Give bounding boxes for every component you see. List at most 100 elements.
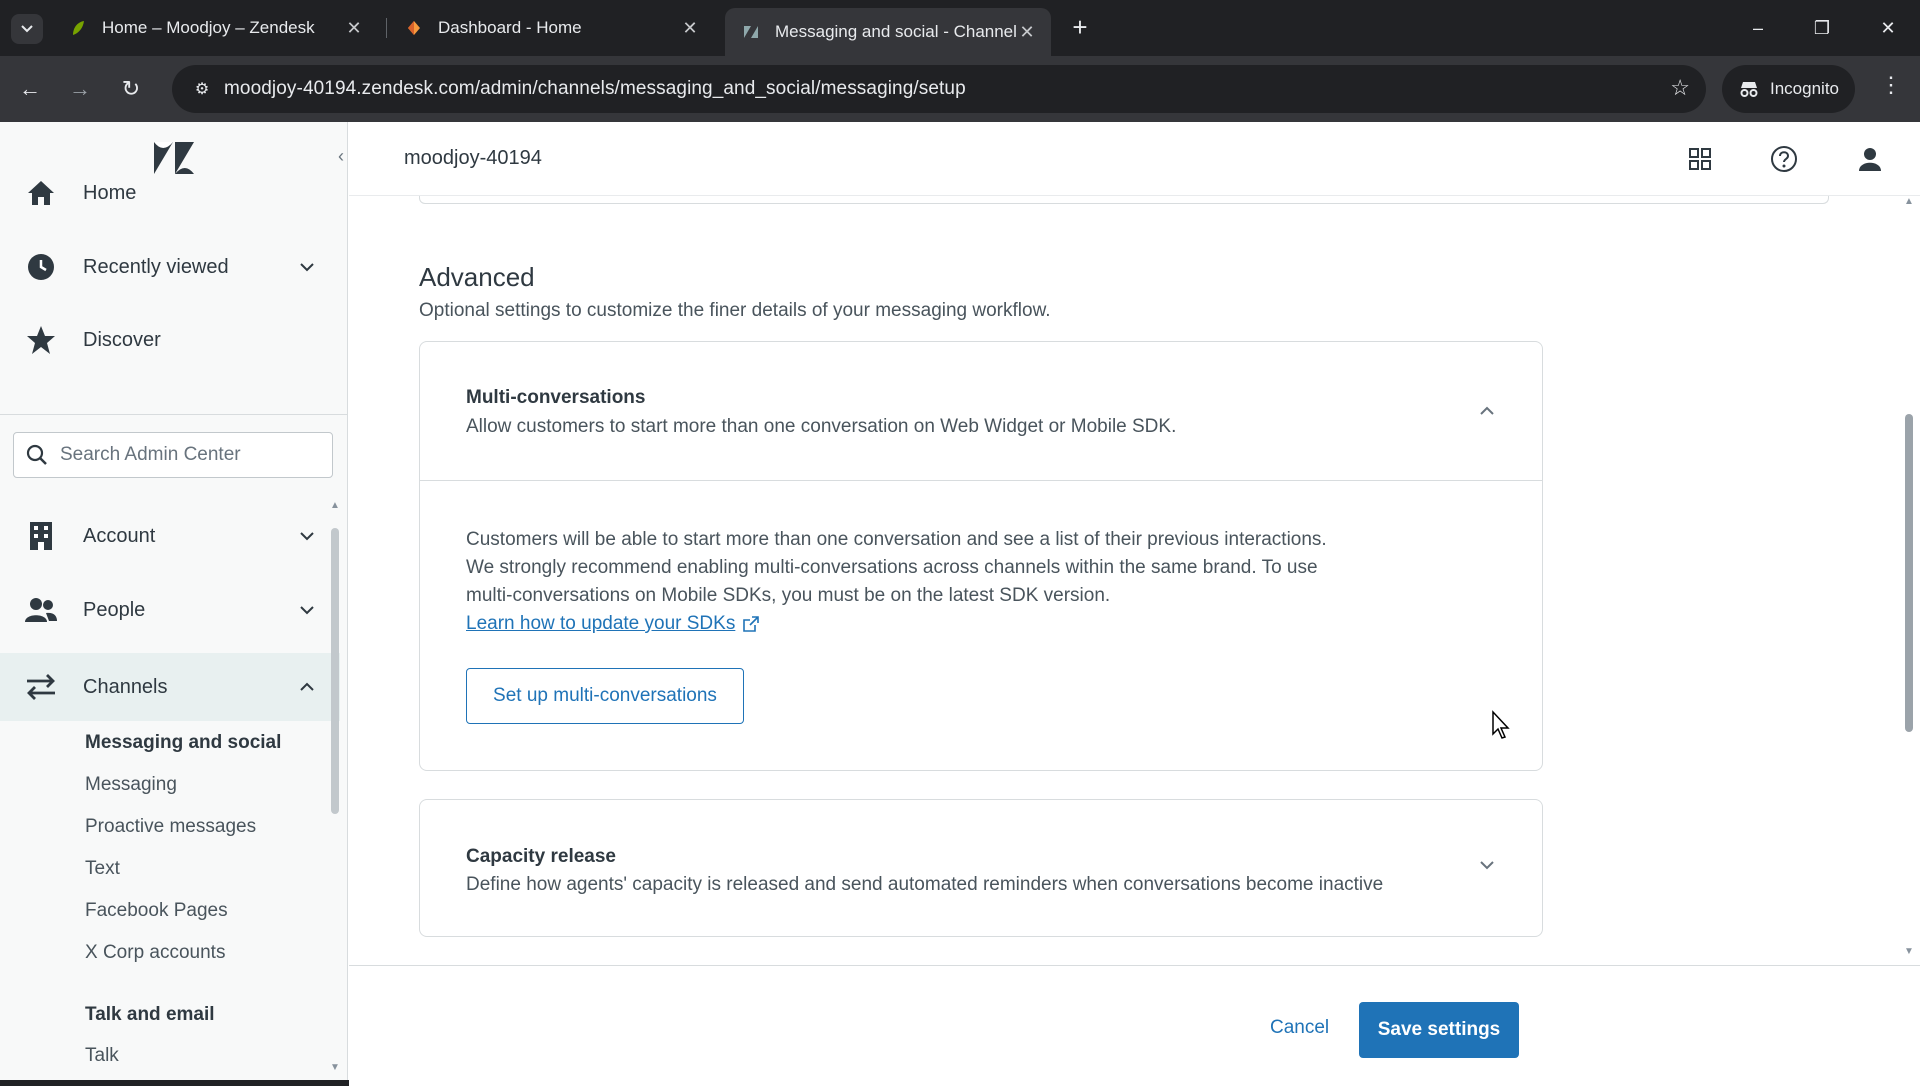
reload-icon[interactable]: ↻ — [114, 72, 148, 106]
sidebar-subgroup-talk-and-email[interactable]: Talk and email — [85, 1004, 215, 1026]
search-admin-center[interactable] — [13, 432, 333, 478]
mouse-cursor-icon — [1492, 710, 1510, 739]
card-title: Multi-conversations — [466, 387, 646, 408]
close-window-icon[interactable]: ✕ — [1868, 12, 1908, 44]
address-bar[interactable]: ⚙ moodjoy-40194.zendesk.com/admin/channe… — [172, 65, 1706, 113]
tab-title: Home – Moodjoy – Zendesk — [102, 18, 315, 37]
search-icon — [14, 444, 60, 466]
multi-conversations-card: Multi-conversations Allow customers to s… — [419, 341, 1543, 771]
browser-menu-icon[interactable]: ⋮ — [1876, 72, 1906, 98]
multi-conversations-header[interactable]: Multi-conversations Allow customers to s… — [420, 342, 1542, 480]
chevron-down-icon[interactable] — [1478, 856, 1496, 874]
building-icon — [24, 519, 58, 553]
new-tab-button[interactable]: + — [1066, 12, 1094, 44]
browser-tab-1[interactable]: Home – Moodjoy – Zendesk ✕ — [52, 8, 378, 48]
site-info-icon[interactable]: ⚙ — [180, 79, 224, 99]
external-link-icon — [743, 616, 760, 632]
people-icon — [24, 593, 58, 627]
save-settings-button[interactable]: Save settings — [1359, 1002, 1519, 1058]
previous-section-card — [419, 196, 1829, 204]
restore-icon[interactable]: ❐ — [1802, 12, 1842, 44]
scroll-up-icon[interactable]: ▲ — [330, 500, 340, 511]
sidebar-subitem-x-corp-accounts[interactable]: X Corp accounts — [85, 942, 225, 964]
sidebar-subgroup-messaging-and-social[interactable]: Messaging and social — [85, 732, 281, 754]
scroll-down-icon[interactable]: ▼ — [1902, 946, 1916, 957]
card-title: Capacity release — [466, 846, 616, 867]
close-tab-icon[interactable]: ✕ — [1017, 22, 1037, 43]
cancel-button[interactable]: Cancel — [1258, 1002, 1341, 1054]
back-arrow-icon[interactable]: ← — [13, 72, 47, 106]
chevron-up-icon[interactable] — [1478, 402, 1496, 420]
products-grid-icon[interactable] — [1685, 144, 1715, 174]
dashboard-icon — [408, 21, 420, 35]
tab-separator — [386, 18, 387, 38]
close-tab-icon[interactable]: ✕ — [680, 18, 700, 39]
tab-search-button[interactable] — [11, 14, 43, 44]
admin-center-app: ‹ Home Recently viewed Discover Search A… — [0, 122, 1920, 1086]
capacity-release-header[interactable]: Capacity release Define how agents' capa… — [420, 800, 1542, 938]
sidebar-item-label: People — [83, 598, 146, 621]
browser-tab-3-active[interactable]: Messaging and social - Channels ✕ — [725, 8, 1051, 56]
tab-title: Dashboard - Home — [438, 18, 582, 37]
sidebar-subitem-text[interactable]: Text — [85, 858, 120, 880]
chevron-down-icon[interactable] — [298, 527, 316, 545]
account-name: moodjoy-40194 — [404, 147, 542, 169]
sidebar-item-people[interactable]: People — [0, 579, 340, 641]
sidebar-item-home[interactable]: Home — [0, 162, 340, 224]
scroll-up-icon[interactable]: ▲ — [1902, 196, 1916, 207]
sidebar-subitem-proactive-messages[interactable]: Proactive messages — [85, 816, 256, 838]
sidebar-item-discover[interactable]: Discover — [0, 309, 340, 371]
url-text[interactable]: moodjoy-40194.zendesk.com/admin/channels… — [224, 78, 966, 100]
forward-arrow-icon[interactable]: → — [63, 72, 97, 106]
capacity-release-card: Capacity release Define how agents' capa… — [419, 799, 1543, 937]
home-icon — [24, 176, 58, 210]
incognito-icon — [1740, 82, 1758, 97]
browser-tab-bar: Home – Moodjoy – Zendesk ✕ Dashboard - H… — [0, 0, 1920, 56]
channels-icon — [24, 670, 58, 704]
minimize-icon[interactable]: – — [1738, 12, 1778, 44]
body-text-line: Customers will be able to start more tha… — [466, 529, 1327, 550]
link-text: Learn how to update your SDKs — [466, 613, 736, 634]
sidebar-subitem-messaging[interactable]: Messaging — [85, 774, 177, 796]
update-sdks-link[interactable]: Learn how to update your SDKs — [466, 613, 760, 635]
settings-footer: Cancel Save settings — [349, 965, 1920, 1080]
section-description: Optional settings to customize the finer… — [419, 300, 1051, 321]
sidebar-item-account[interactable]: Account — [0, 505, 340, 567]
body-text-line: multi-conversations on Mobile SDKs, you … — [466, 585, 1111, 606]
sidebar-item-label: Discover — [83, 328, 161, 351]
search-input[interactable] — [60, 444, 320, 466]
set-up-multi-conversations-button[interactable]: Set up multi-conversations — [466, 668, 744, 724]
sidebar-item-label: Account — [83, 524, 156, 547]
incognito-indicator[interactable]: Incognito — [1722, 65, 1855, 113]
bookmark-star-icon[interactable]: ☆ — [1670, 75, 1690, 101]
chevron-down-icon — [21, 25, 33, 33]
sidebar-item-channels[interactable]: Channels — [0, 653, 340, 721]
chevron-down-icon[interactable] — [298, 601, 316, 619]
chevron-down-icon[interactable] — [298, 258, 316, 276]
scroll-down-icon[interactable]: ▼ — [330, 1062, 340, 1073]
sidebar-scroll-thumb[interactable] — [331, 528, 339, 814]
card-description: Allow customers to start more than one c… — [466, 416, 1177, 437]
close-tab-icon[interactable]: ✕ — [344, 18, 364, 39]
main-content: Advanced Optional settings to customize … — [349, 196, 1920, 1086]
main-scrollbar[interactable]: ▲ ▼ — [1902, 196, 1916, 1076]
sidebar-item-recently-viewed[interactable]: Recently viewed — [0, 236, 340, 298]
user-avatar-icon[interactable] — [1855, 144, 1885, 174]
main-scroll-thumb[interactable] — [1905, 414, 1913, 732]
top-header: moodjoy-40194 — [349, 122, 1920, 196]
star-icon — [24, 323, 58, 357]
sidebar-subitem-facebook-pages[interactable]: Facebook Pages — [85, 900, 228, 922]
help-icon[interactable] — [1769, 144, 1799, 174]
sidebar: ‹ Home Recently viewed Discover Search A… — [0, 122, 348, 1080]
browser-toolbar: ← → ↻ ⚙ moodjoy-40194.zendesk.com/admin/… — [0, 56, 1920, 122]
sidebar-subitem-talk[interactable]: Talk — [85, 1045, 119, 1067]
chevron-up-icon[interactable] — [298, 678, 316, 696]
zendesk-leaf-icon — [73, 21, 84, 35]
sidebar-scrollbar[interactable]: ▲ ▼ — [330, 500, 340, 1080]
browser-tab-2[interactable]: Dashboard - Home ✕ — [388, 8, 714, 48]
sidebar-item-label: Home — [83, 181, 137, 204]
body-text-line: We strongly recommend enabling multi-con… — [466, 557, 1318, 578]
sidebar-divider — [0, 414, 347, 415]
card-description: Define how agents' capacity is released … — [466, 874, 1384, 895]
section-title: Advanced — [419, 262, 535, 292]
